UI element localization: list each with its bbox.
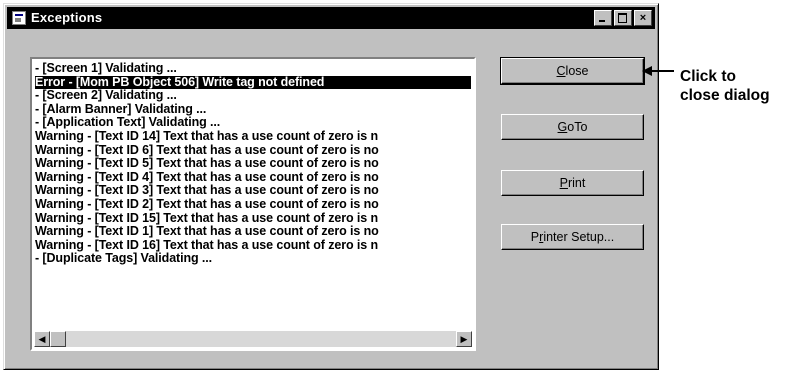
list-item[interactable]: - [Screen 1] Validating ... <box>35 62 471 76</box>
list-item[interactable]: Warning - [Text ID 1] Text that has a us… <box>35 225 471 239</box>
list-item[interactable]: Warning - [Text ID 5] Text that has a us… <box>35 157 471 171</box>
list-item[interactable]: - [Application Text] Validating ... <box>35 116 471 130</box>
list-item[interactable]: - [Duplicate Tags] Validating ... <box>35 252 471 266</box>
exceptions-list[interactable]: - [Screen 1] Validating ... Error - [Mom … <box>30 57 476 351</box>
exceptions-dialog: Exceptions × - [Screen 1] Validating ...… <box>3 3 659 370</box>
window-icon <box>12 11 26 25</box>
list-item[interactable]: Warning - [Text ID 15] Text that has a u… <box>35 212 471 226</box>
close-window-button[interactable]: × <box>634 10 652 26</box>
list-items: - [Screen 1] Validating ... Error - [Mom … <box>35 62 471 266</box>
printer-setup-button[interactable]: Printer Setup... <box>501 224 644 250</box>
scroll-left-icon[interactable]: ◀ <box>34 331 50 347</box>
list-item[interactable]: - [Alarm Banner] Validating ... <box>35 103 471 117</box>
horizontal-scrollbar[interactable]: ◀ ▶ <box>34 331 472 347</box>
annotation-line <box>650 70 674 72</box>
annotation-line-1: Click to <box>680 68 736 85</box>
annotation-line-2: close dialog <box>680 87 770 104</box>
print-button[interactable]: Print <box>501 170 644 196</box>
maximize-button[interactable] <box>614 10 632 26</box>
list-item[interactable]: Warning - [Text ID 4] Text that has a us… <box>35 171 471 185</box>
window-title: Exceptions <box>31 10 103 25</box>
scroll-right-icon[interactable]: ▶ <box>456 331 472 347</box>
list-item[interactable]: Warning - [Text ID 6] Text that has a us… <box>35 144 471 158</box>
close-button[interactable]: Close <box>500 57 645 85</box>
list-item[interactable]: - [Screen 2] Validating ... <box>35 89 471 103</box>
list-item[interactable]: Warning - [Text ID 16] Text that has a u… <box>35 239 471 253</box>
goto-button[interactable]: GoTo <box>501 114 644 140</box>
title-buttons: × <box>592 10 652 26</box>
list-item[interactable]: Warning - [Text ID 14] Text that has a u… <box>35 130 471 144</box>
minimize-button[interactable] <box>594 10 612 26</box>
scroll-thumb[interactable] <box>50 331 66 347</box>
title-bar[interactable]: Exceptions × <box>7 7 655 29</box>
list-item[interactable]: Error - [Mom PB Object 506] Write tag no… <box>35 75 471 90</box>
list-item[interactable]: Warning - [Text ID 2] Text that has a us… <box>35 198 471 212</box>
list-item[interactable]: Warning - [Text ID 3] Text that has a us… <box>35 184 471 198</box>
annotation-callout: Click to close dialog <box>680 67 770 105</box>
